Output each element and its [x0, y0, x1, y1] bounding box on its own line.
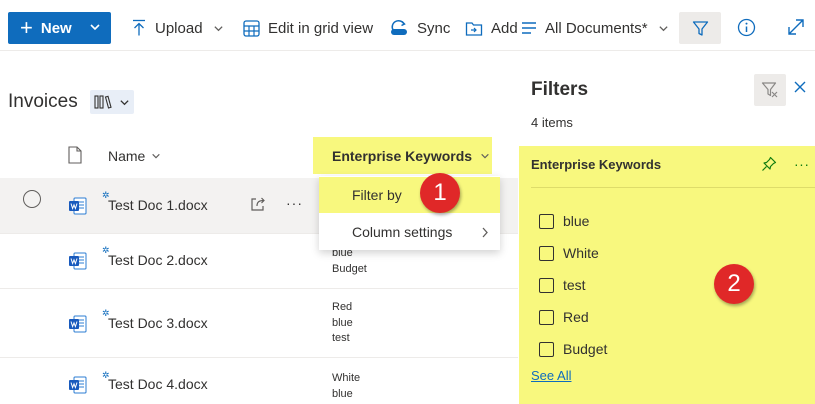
keyword-value: Budget: [332, 262, 367, 275]
filter-option-label: Budget: [563, 341, 608, 357]
share-icon: [251, 197, 265, 211]
library-view-button[interactable]: [90, 90, 134, 114]
document-name-link[interactable]: Test Doc 1.docx: [108, 197, 208, 213]
annotation-badge-1: 1: [420, 173, 460, 213]
share-button[interactable]: [249, 195, 267, 218]
new-button-label: New: [40, 19, 72, 37]
library-view-icon: [94, 95, 112, 109]
expand-icon: [788, 19, 804, 35]
enterprise-keywords-column-label: Enterprise Keywords: [332, 148, 473, 164]
filter-pane-item-count: 4 items: [531, 115, 573, 130]
name-column-header[interactable]: Name: [108, 148, 161, 164]
enterprise-keywords-column-header[interactable]: Enterprise Keywords: [332, 148, 490, 164]
edit-grid-view-label: Edit in grid view: [268, 19, 374, 37]
document-name-link[interactable]: Test Doc 3.docx: [108, 315, 208, 331]
filter-by-label: Filter by: [352, 187, 402, 203]
filter-checkbox[interactable]: [539, 213, 554, 229]
pin-filter-button[interactable]: [761, 156, 777, 177]
filter-section-more-icon[interactable]: ···: [794, 156, 810, 172]
upload-button[interactable]: Upload: [131, 14, 232, 42]
filter-pane-title: Filters: [531, 79, 589, 100]
keywords-cell: blue Budget: [332, 246, 367, 277]
keywords-cell: Red blue test: [332, 300, 353, 347]
expand-button[interactable]: [787, 18, 805, 41]
keywords-cell: White blue: [332, 371, 360, 402]
filter-option[interactable]: Budget: [539, 341, 607, 357]
chevron-right-icon: [482, 227, 488, 238]
filter-option-label: White: [563, 245, 599, 261]
clear-filter-icon: [761, 82, 778, 98]
pin-icon: [762, 156, 777, 171]
sync-label: Sync: [417, 19, 451, 37]
filter-section-divider: [531, 187, 815, 188]
plus-icon: +: [20, 15, 33, 40]
info-button[interactable]: [737, 18, 756, 42]
info-icon: [737, 18, 756, 37]
column-settings-label: Column settings: [352, 224, 453, 240]
filter-option[interactable]: White: [539, 245, 599, 261]
filter-section-title: Enterprise Keywords: [531, 157, 662, 172]
filter-option-label: blue: [563, 213, 590, 229]
view-list-icon: [522, 22, 536, 34]
enterprise-keywords-filter-section: [519, 146, 815, 404]
name-column-label: Name: [108, 148, 146, 164]
file-type-column-header[interactable]: [68, 146, 82, 169]
document-name-link[interactable]: Test Doc 4.docx: [108, 376, 208, 392]
filter-option[interactable]: blue: [539, 213, 589, 229]
add-shortcut-button[interactable]: Add: [465, 14, 518, 42]
keyword-value: test: [332, 332, 350, 344]
more-icon[interactable]: ···: [286, 195, 303, 211]
view-selector[interactable]: All Documents*: [521, 14, 677, 42]
keyword-value: Red: [332, 301, 353, 313]
new-button[interactable]: + New: [8, 12, 111, 44]
filter-by-menu-item[interactable]: [319, 177, 500, 213]
word-file-icon: [68, 314, 88, 339]
edit-grid-view-button[interactable]: Edit in grid view: [243, 14, 373, 42]
sync-button[interactable]: Sync: [389, 14, 450, 42]
filter-checkbox[interactable]: [539, 341, 554, 357]
command-bar-divider: [0, 50, 815, 51]
filter-checkbox[interactable]: [539, 277, 554, 293]
filter-option[interactable]: Red: [539, 309, 589, 325]
filter-checkbox[interactable]: [539, 309, 554, 325]
document-name-link[interactable]: Test Doc 2.docx: [108, 252, 208, 268]
add-shortcut-label: Add: [491, 19, 518, 37]
word-file-icon: [68, 196, 88, 221]
filter-option[interactable]: test: [539, 277, 586, 293]
row-select-radio[interactable]: [23, 190, 41, 208]
chevron-down-icon: [120, 99, 129, 105]
see-all-link[interactable]: See All: [531, 368, 571, 383]
sync-icon: [391, 20, 407, 35]
keyword-value: White: [332, 372, 361, 384]
chevron-down-icon: [152, 153, 161, 159]
add-shortcut-icon: [465, 21, 483, 36]
library-title: Invoices: [8, 91, 78, 112]
clear-filters-button[interactable]: [754, 74, 786, 106]
command-bar: + New Upload Edit in grid view Sync Add …: [0, 0, 815, 56]
grid-icon: [243, 19, 260, 37]
filter-option-label: test: [563, 277, 586, 293]
filter-option-label: Red: [563, 309, 589, 325]
chevron-down-icon: [658, 25, 668, 31]
filter-icon: [692, 20, 708, 36]
annotation-badge-2: 2: [714, 264, 754, 304]
upload-icon: [133, 19, 145, 36]
upload-label: Upload: [155, 19, 203, 37]
close-icon: [794, 81, 806, 93]
chevron-down-icon: [481, 153, 489, 159]
keyword-value: blue: [332, 387, 353, 400]
filter-checkbox[interactable]: [539, 245, 554, 261]
view-selector-label: All Documents*: [545, 19, 648, 37]
close-filter-pane-button[interactable]: [793, 80, 807, 99]
document-icon: [68, 146, 82, 164]
chevron-down-icon: [213, 25, 223, 31]
keyword-value: blue: [332, 316, 353, 329]
word-file-icon: [68, 375, 88, 400]
chevron-down-icon: [90, 24, 100, 31]
word-file-icon: [68, 251, 88, 276]
filter-pane-button[interactable]: [679, 12, 721, 44]
